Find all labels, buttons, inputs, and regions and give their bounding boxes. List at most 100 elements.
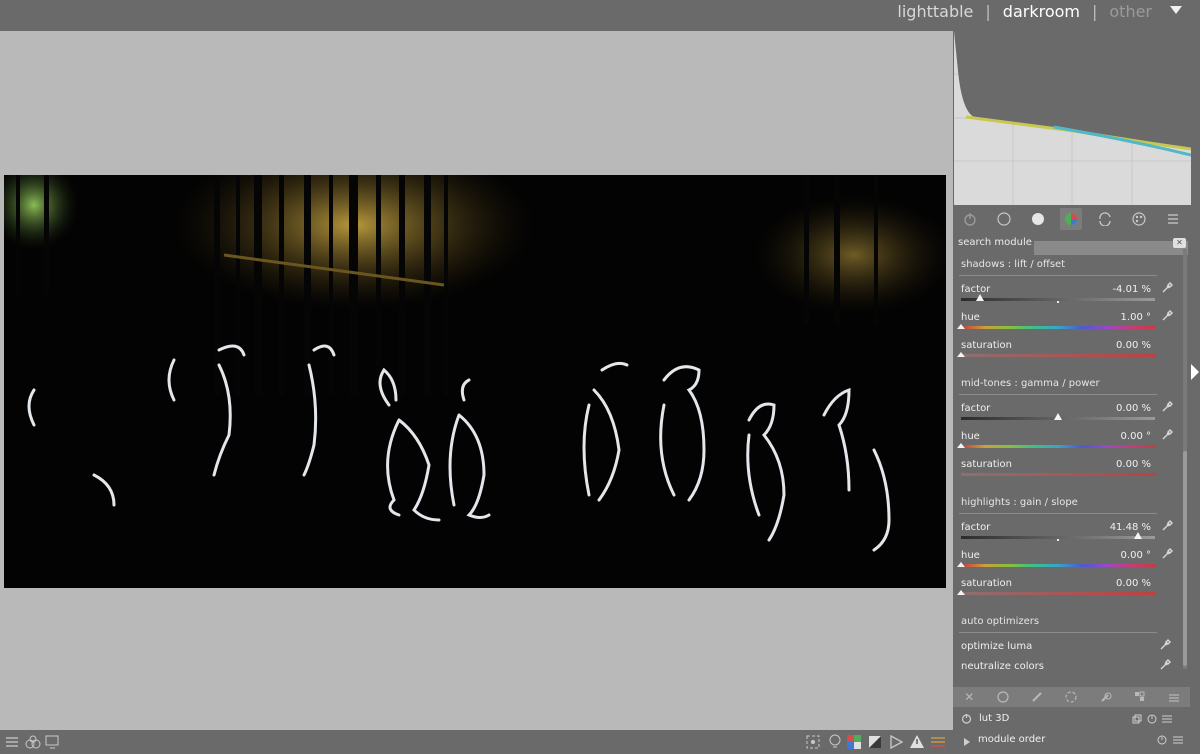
shadows-saturation-slider[interactable]: saturation 0.00 %	[957, 340, 1157, 366]
color-picker-icon[interactable]	[1161, 520, 1173, 532]
raw-overexposed-icon[interactable]	[930, 735, 946, 749]
effect-group-palette-icon[interactable]	[1128, 208, 1150, 230]
parametric-mask-icon[interactable]	[1065, 688, 1078, 707]
color-picker-icon[interactable]	[1159, 639, 1171, 651]
module-order-presets-icon[interactable]	[1173, 735, 1183, 745]
slider-label: hue	[961, 431, 980, 442]
module-order-label[interactable]: module order	[978, 734, 1045, 745]
neutralize-colors-button[interactable]: neutralize colors	[961, 661, 1044, 672]
view-other[interactable]: other	[1109, 2, 1152, 21]
slider-marker[interactable]	[976, 294, 984, 301]
slider-track[interactable]	[961, 564, 1155, 567]
active-modules-power-icon[interactable]	[959, 208, 981, 230]
divider	[959, 275, 1157, 276]
color-picker-icon[interactable]	[1161, 401, 1173, 413]
highlights-saturation-slider[interactable]: saturation 0.00 %	[957, 578, 1157, 604]
color-assessment-icon[interactable]	[847, 735, 862, 749]
slider-label: saturation	[961, 459, 1012, 470]
histogram[interactable]	[954, 31, 1191, 205]
reset-icon[interactable]	[1147, 714, 1157, 724]
section-highlights-title: highlights : gain / slope	[961, 497, 1078, 508]
center-view[interactable]	[0, 31, 953, 730]
view-switcher: lighttable | darkroom | other	[897, 2, 1152, 21]
module-power-icon[interactable]	[961, 713, 972, 724]
blend-off-close-icon[interactable]: ✕	[964, 690, 974, 704]
correct-group-rotate-icon[interactable]	[1094, 208, 1116, 230]
color-picker-icon[interactable]	[1159, 659, 1171, 671]
search-module-row: search module ✕	[958, 235, 1188, 255]
module-name: lut 3D	[979, 713, 1010, 724]
color-picker-icon[interactable]	[1161, 310, 1173, 322]
raster-mask-checker-icon[interactable]	[1134, 688, 1146, 707]
slider-value: 0.00 %	[1116, 578, 1151, 589]
overexposed-warning-icon[interactable]	[909, 734, 925, 749]
gamut-check-icon[interactable]	[889, 735, 903, 749]
module-order-reset-icon[interactable]	[1157, 735, 1167, 745]
highlights-factor-slider[interactable]: factor 41.48 %	[961, 520, 1173, 548]
slider-value: 41.48 %	[1109, 522, 1151, 533]
highlights-hue-slider[interactable]: hue 0.00 °	[957, 548, 1173, 576]
slider-marker[interactable]	[1134, 532, 1142, 539]
slider-track[interactable]	[961, 445, 1155, 448]
view-separator: |	[1091, 2, 1098, 21]
slider-track[interactable]	[961, 592, 1155, 595]
blend-mode-bar: ✕	[953, 687, 1190, 707]
shadows-hue-slider[interactable]: hue 1.00 °	[957, 310, 1173, 338]
slider-marker[interactable]	[957, 562, 965, 567]
slider-marker[interactable]	[957, 352, 965, 357]
slider-track[interactable]	[961, 473, 1155, 476]
clear-search-icon[interactable]: ✕	[1173, 237, 1186, 248]
slider-value: 0.00 °	[1120, 550, 1151, 561]
module-group-tabs	[953, 207, 1190, 231]
blend-menu-icon[interactable]	[1168, 688, 1179, 707]
iso12646-bulb-icon[interactable]	[828, 734, 842, 750]
top-bar: lighttable | darkroom | other	[0, 0, 1200, 31]
expand-right-panel-arrow-icon[interactable]	[1191, 364, 1199, 380]
midtones-saturation-slider[interactable]: saturation 0.00 %	[961, 459, 1157, 485]
slider-marker[interactable]	[1054, 413, 1062, 420]
view-darkroom[interactable]: darkroom	[1003, 2, 1080, 21]
shadows-factor-slider[interactable]: factor -4.01 %	[961, 282, 1173, 310]
quick-access-menu-icon[interactable]	[5, 735, 19, 749]
midtones-factor-slider[interactable]: factor 0.00 %	[961, 401, 1173, 429]
color-picker-icon[interactable]	[1161, 282, 1173, 294]
base-group-circle-icon[interactable]	[993, 208, 1015, 230]
slider-label: hue	[961, 550, 980, 561]
slider-center-dot	[1057, 539, 1059, 541]
right-panel: search module ✕ shadows : lift / offset …	[953, 31, 1200, 730]
lut-3d-module-header[interactable]: lut 3D	[953, 709, 1190, 729]
midtones-hue-slider[interactable]: hue 0.00 °	[957, 429, 1173, 457]
second-window-display-icon[interactable]	[45, 735, 61, 749]
slider-value: 0.00 %	[1116, 403, 1151, 414]
section-auto-optimizers-title: auto optimizers	[961, 616, 1040, 627]
color-picker-icon[interactable]	[1161, 429, 1173, 441]
view-lighttable[interactable]: lighttable	[897, 2, 973, 21]
drawn-mask-pen-icon[interactable]	[1031, 688, 1043, 707]
styles-icon[interactable]	[25, 735, 41, 749]
search-module-label: search module	[958, 237, 1032, 248]
focus-peaking-icon[interactable]	[806, 735, 820, 749]
slider-marker[interactable]	[957, 324, 965, 329]
section-midtones-title: mid-tones : gamma / power	[961, 378, 1100, 389]
color-picker-icon[interactable]	[1161, 548, 1173, 560]
color-group-color-wheel-icon[interactable]	[1060, 208, 1083, 230]
slider-track[interactable]	[961, 354, 1155, 357]
slider-track[interactable]	[961, 326, 1155, 329]
multi-instance-icon[interactable]	[1132, 714, 1142, 724]
image-preview[interactable]	[4, 175, 946, 588]
optimize-luma-button[interactable]: optimize luma	[961, 641, 1032, 652]
expand-triangle-icon[interactable]	[963, 737, 971, 747]
slider-marker[interactable]	[957, 590, 965, 595]
softproof-icon[interactable]	[868, 735, 882, 749]
slider-value: -4.01 %	[1112, 284, 1151, 295]
divider	[959, 513, 1157, 514]
drawn-parametric-mask-icon[interactable]	[1100, 688, 1112, 707]
presets-menu-icon[interactable]	[1162, 208, 1184, 230]
blend-uniform-circle-icon[interactable]	[997, 688, 1009, 707]
slider-value: 0.00 %	[1116, 340, 1151, 351]
view-menu-chevron-down-icon[interactable]	[1170, 6, 1182, 14]
tone-group-sphere-icon[interactable]	[1027, 208, 1049, 230]
scrollbar-thumb[interactable]	[1183, 451, 1187, 666]
presets-menu-icon[interactable]	[1162, 714, 1172, 724]
slider-marker[interactable]	[957, 443, 965, 448]
